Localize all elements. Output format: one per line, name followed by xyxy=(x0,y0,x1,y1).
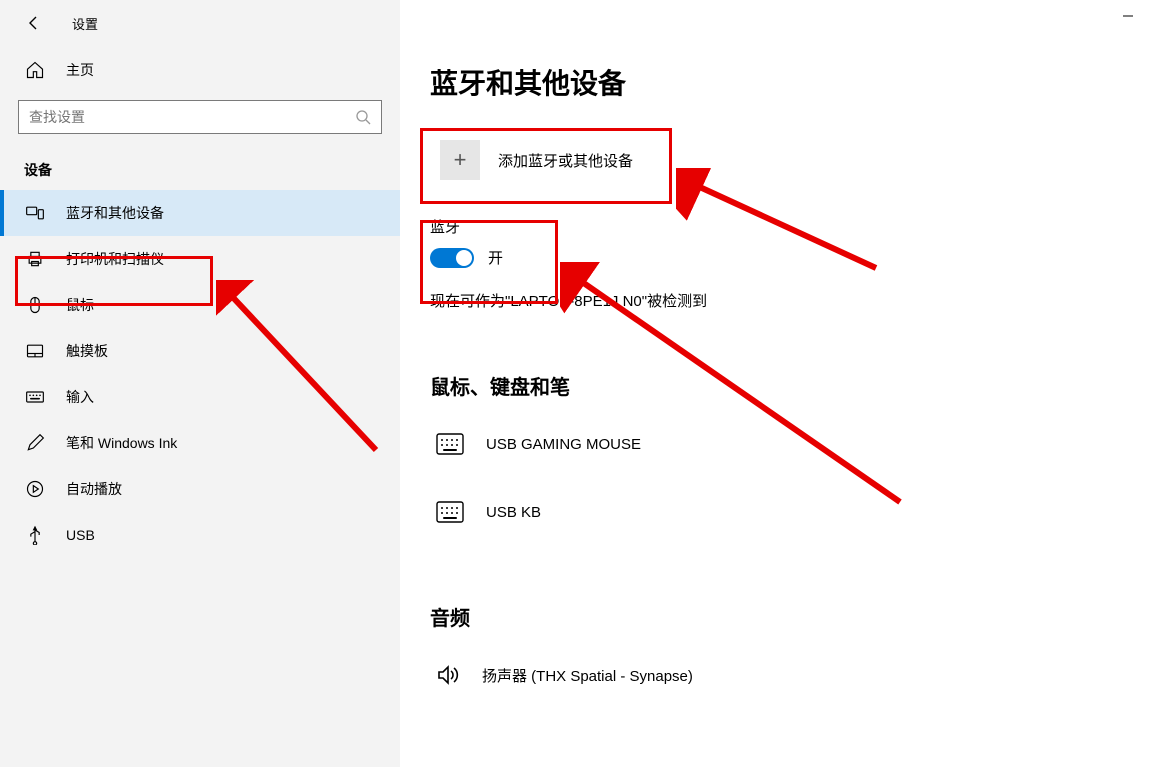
minimize-icon xyxy=(1122,10,1134,22)
sidebar-item-label: 蓝牙和其他设备 xyxy=(66,203,164,223)
search-input[interactable] xyxy=(29,109,355,125)
plus-icon: + xyxy=(440,140,480,180)
device-name: 扬声器 (THX Spatial - Synapse) xyxy=(482,665,693,686)
group-heading-audio: 音频 xyxy=(430,602,1151,631)
sidebar-item-usb[interactable]: USB xyxy=(0,512,400,558)
app-title: 设置 xyxy=(72,14,98,33)
speaker-icon xyxy=(436,663,460,687)
printer-icon xyxy=(24,248,46,270)
add-device-label: 添加蓝牙或其他设备 xyxy=(498,150,633,171)
sidebar-item-label: 笔和 Windows Ink xyxy=(66,433,177,453)
arrow-left-icon xyxy=(26,15,42,31)
annotation-arrow xyxy=(676,168,896,288)
usb-icon xyxy=(24,524,46,546)
annotation-arrow xyxy=(216,280,416,480)
sidebar-section-label: 设备 xyxy=(0,134,400,190)
keyboard-icon xyxy=(436,501,464,523)
home-icon xyxy=(24,59,46,81)
back-button[interactable] xyxy=(24,13,44,33)
sidebar-item-label: 自动播放 xyxy=(66,479,122,499)
search-icon xyxy=(355,109,371,125)
pen-icon xyxy=(24,432,46,454)
mouse-icon xyxy=(24,294,46,316)
autoplay-icon xyxy=(24,478,46,500)
bluetooth-toggle-label: 开 xyxy=(488,247,503,268)
window-controls xyxy=(1105,0,1151,32)
page-title: 蓝牙和其他设备 xyxy=(430,62,1151,102)
sidebar-item-label: 打印机和扫描仪 xyxy=(66,249,164,269)
search-box[interactable] xyxy=(18,100,382,134)
devices-icon xyxy=(24,202,46,224)
sidebar-item-label: USB xyxy=(66,527,95,543)
keyboard-icon xyxy=(24,386,46,408)
add-device-button[interactable]: + 添加蓝牙或其他设备 xyxy=(430,130,654,190)
device-item[interactable]: 扬声器 (THX Spatial - Synapse) xyxy=(430,645,1151,705)
keyboard-icon xyxy=(436,433,464,455)
annotation-arrow xyxy=(560,262,920,522)
window-minimize-button[interactable] xyxy=(1105,0,1151,32)
sidebar-item-label: 触摸板 xyxy=(66,341,108,361)
sidebar-item-label: 鼠标 xyxy=(66,295,94,315)
touchpad-icon xyxy=(24,340,46,362)
home-label: 主页 xyxy=(66,60,94,80)
sidebar-home[interactable]: 主页 xyxy=(0,46,400,94)
device-name: USB KB xyxy=(486,504,541,521)
sidebar-item-printers[interactable]: 打印机和扫描仪 xyxy=(0,236,400,282)
bluetooth-toggle[interactable] xyxy=(430,248,474,268)
sidebar-item-bluetooth[interactable]: 蓝牙和其他设备 xyxy=(0,190,400,236)
sidebar-item-label: 输入 xyxy=(66,387,94,407)
